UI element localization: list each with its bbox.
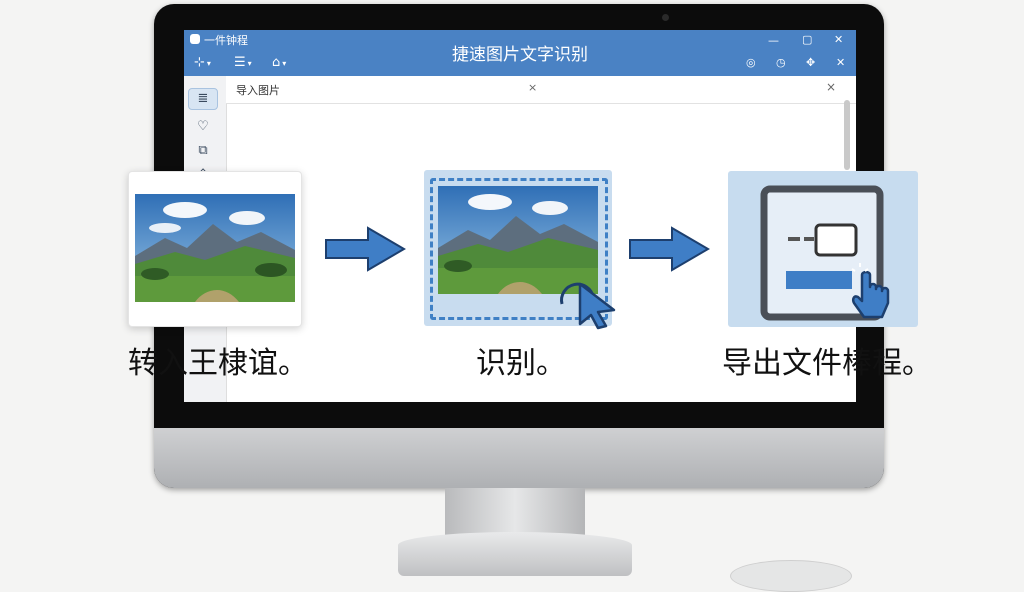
- share-icon[interactable]: ⧉: [188, 140, 218, 162]
- close-panel-icon[interactable]: ✕: [836, 56, 845, 69]
- headset-icon[interactable]: ◎: [746, 56, 756, 69]
- step-recognize-label: 识别。: [476, 346, 566, 381]
- arrow-right-icon: [629, 226, 710, 272]
- tab-close-icon[interactable]: ×: [528, 81, 537, 94]
- title-bar: 一件钟程 捷速图片文字识别 ⊹ ▾ ☰ ▾ ⌂ ▾ — ▢ ✕ ◎ ◷ ✥ ✕: [184, 30, 856, 76]
- maximize-icon[interactable]: ▢: [802, 33, 812, 46]
- tab-import-images[interactable]: 导入图片: [236, 82, 280, 98]
- house-icon[interactable]: ⌂ ▾: [272, 56, 286, 71]
- step-export-label: 导出文件棒程。: [722, 346, 932, 381]
- monitor-stand-base: [398, 532, 632, 576]
- import-image-card: [128, 171, 302, 327]
- export-document-icon: [760, 185, 890, 321]
- pane-close-icon[interactable]: ×: [826, 80, 836, 94]
- list-icon[interactable]: ☰ ▾: [234, 56, 252, 71]
- layout-icon[interactable]: ⊹ ▾: [194, 56, 211, 71]
- webcam: [662, 14, 669, 21]
- mouse: [730, 560, 852, 592]
- landscape-photo: [135, 194, 295, 302]
- filter-icon[interactable]: ♡: [188, 116, 218, 138]
- settings-icon[interactable]: ✥: [806, 56, 815, 69]
- step-import-label: 转入王棣谊。: [128, 346, 308, 381]
- export-area: [728, 171, 918, 327]
- monitor-chin: [154, 428, 884, 488]
- scrollbar[interactable]: [844, 100, 850, 170]
- minimize-icon[interactable]: —: [768, 34, 779, 47]
- cursor-icon: [560, 282, 616, 330]
- close-icon[interactable]: ✕: [834, 33, 843, 46]
- document-list-icon[interactable]: ≣: [188, 88, 218, 110]
- tab-bar: 导入图片 × ×: [226, 76, 856, 104]
- recognition-area: [424, 170, 616, 330]
- timer-icon[interactable]: ◷: [776, 56, 786, 69]
- arrow-right-icon: [325, 226, 406, 272]
